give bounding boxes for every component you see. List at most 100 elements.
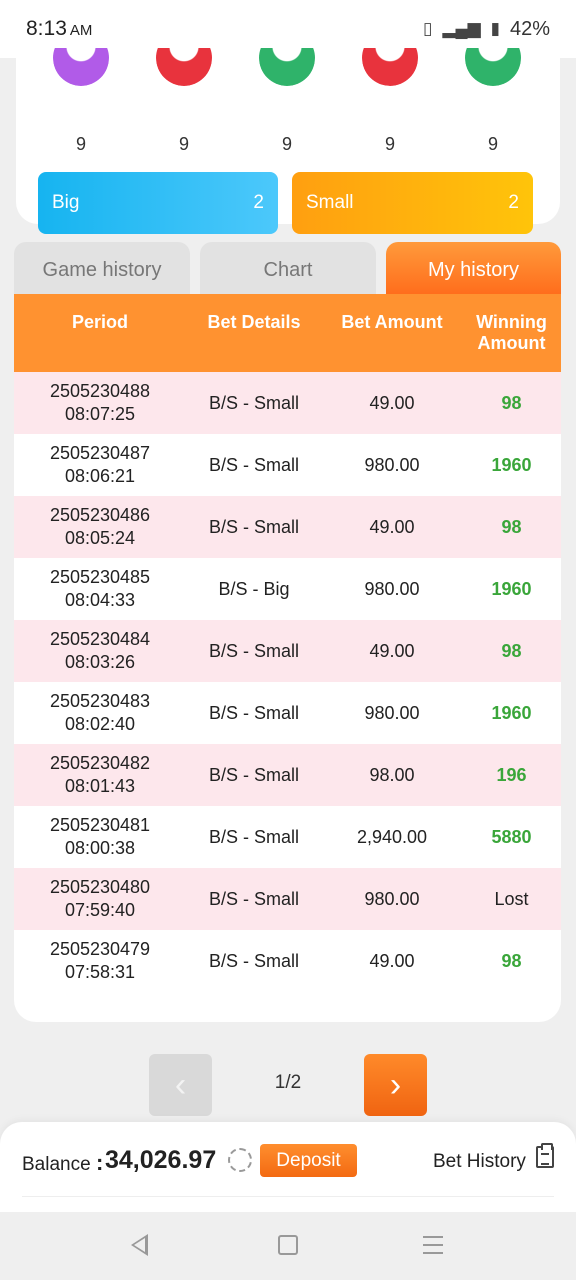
period-cell: 2505230485 08:04:33 <box>14 566 186 612</box>
battery-percent: 42% <box>509 17 550 40</box>
period-number: 2505230479 <box>49 939 151 959</box>
refresh-icon[interactable] <box>228 1148 252 1172</box>
ball-icon <box>465 48 521 86</box>
period-cell: 2505230481 08:00:38 <box>14 814 186 860</box>
bet-details-cell: B/S - Small <box>208 702 300 723</box>
ball-icon <box>53 48 109 86</box>
divider <box>22 1196 554 1197</box>
table-row: 2505230480 07:59:40 B/S - Small 980.00 Lost <box>14 868 561 930</box>
winning-amount-cell: 98 <box>501 516 522 537</box>
table-row: 2505230482 08:01:43 B/S - Small 98.00 196 <box>14 744 561 806</box>
table-row: 2505230486 08:05:24 B/S - Small 49.00 98 <box>14 496 561 558</box>
back-icon[interactable] <box>131 1234 148 1256</box>
big-count: 2 <box>253 192 264 213</box>
table-row: 2505230481 08:00:38 B/S - Small 2,940.00 588… <box>14 806 561 868</box>
period-cell: 2505230484 08:03:26 <box>14 628 186 674</box>
bet-history-link[interactable]: Bet History <box>433 1151 526 1173</box>
bet-amount-cell: 2,940.00 <box>356 826 428 847</box>
balance-value: 34,026.97 <box>105 1146 217 1174</box>
vibrate-icon: ▯ <box>423 19 433 38</box>
bet-details-cell: B/S - Small <box>208 640 300 661</box>
period-number: 2505230485 <box>49 567 151 587</box>
winning-amount-cell: 98 <box>501 640 522 661</box>
number-balls: 9 9 9 9 9 <box>16 40 560 154</box>
my-history-table: Period Bet Details Bet Amount Winning Am… <box>14 294 561 1022</box>
period-time: 08:05:24 <box>64 528 136 548</box>
table-row: 2505230479 07:58:31 B/S - Small 49.00 98 <box>14 930 561 992</box>
home-icon[interactable] <box>278 1235 298 1255</box>
bet-details-cell: B/S - Small <box>208 392 300 413</box>
balance-bar: Balance : 34,026.97 Deposit Bet History <box>0 1122 576 1214</box>
system-nav-bar <box>0 1212 576 1280</box>
winning-amount-cell: Lost <box>494 888 529 909</box>
battery-icon: ▮ <box>490 19 500 38</box>
period-cell: 2505230488 08:07:25 <box>14 380 186 426</box>
small-count: 2 <box>508 192 519 213</box>
big-button[interactable]: Big 2 <box>38 172 278 234</box>
ball-count: 9 <box>487 134 498 154</box>
number-ball[interactable] <box>465 48 521 86</box>
bet-details-cell: B/S - Small <box>208 454 300 475</box>
bet-amount-cell: 49.00 <box>369 516 415 537</box>
big-label: Big <box>52 192 80 213</box>
tab-chart[interactable]: Chart <box>200 242 376 298</box>
bet-details-cell: B/S - Small <box>208 516 300 537</box>
table-row: 2505230483 08:02:40 B/S - Small 980.00 1960 <box>14 682 561 744</box>
period-time: 07:59:40 <box>64 900 136 920</box>
table-row: 2505230484 08:03:26 B/S - Small 49.00 98 <box>14 620 561 682</box>
number-ball[interactable] <box>259 48 315 86</box>
prev-page-button[interactable]: ‹ <box>149 1054 212 1116</box>
number-ball[interactable] <box>53 48 109 86</box>
period-number: 2505230486 <box>49 505 151 525</box>
chevron-right-icon: › <box>389 1065 402 1104</box>
table-row: 2505230487 08:06:21 B/S - Small 980.00 1960 <box>14 434 561 496</box>
period-cell: 2505230482 08:01:43 <box>14 752 186 798</box>
ball-count: 9 <box>281 134 292 154</box>
tab-my-history[interactable]: My history <box>386 242 561 298</box>
period-time: 07:58:31 <box>64 962 136 982</box>
header-period: Period <box>71 312 128 332</box>
period-number: 2505230484 <box>49 629 151 649</box>
period-time: 08:07:25 <box>64 404 136 424</box>
table-row: 2505230488 08:07:25 B/S - Small 49.00 98 <box>14 372 561 434</box>
period-number: 2505230482 <box>49 753 151 773</box>
winning-amount-cell: 196 <box>496 764 527 785</box>
table-header: Period Bet Details Bet Amount Winning Am… <box>14 294 561 372</box>
period-number: 2505230481 <box>49 815 151 835</box>
period-time: 08:02:40 <box>64 714 136 734</box>
recents-icon[interactable] <box>423 1236 443 1254</box>
bet-details-cell: B/S - Big <box>218 578 290 599</box>
result-stats-card: 9 9 9 9 9 Big 2 Small 2 <box>16 40 560 234</box>
period-number: 2505230480 <box>49 877 151 897</box>
period-number: 2505230488 <box>49 381 151 401</box>
page-indicator: 1/2 <box>274 1072 302 1093</box>
bet-details-cell: B/S - Small <box>208 826 300 847</box>
period-cell: 2505230486 08:05:24 <box>14 504 186 550</box>
number-ball[interactable] <box>362 48 418 86</box>
bet-details-cell: B/S - Small <box>208 950 300 971</box>
ball-count: 9 <box>384 134 395 154</box>
winning-amount-cell: 98 <box>501 950 522 971</box>
deposit-button[interactable]: Deposit <box>260 1144 357 1177</box>
tab-game-history[interactable]: Game history <box>14 242 190 298</box>
bet-amount-cell: 49.00 <box>369 392 415 413</box>
next-page-button[interactable]: › <box>364 1054 427 1116</box>
bet-amount-cell: 49.00 <box>369 950 415 971</box>
header-bet-amount: Bet Amount <box>341 312 443 332</box>
period-number: 2505230483 <box>49 691 151 711</box>
small-button[interactable]: Small 2 <box>292 172 533 234</box>
status-time: 8:13 AM <box>26 17 93 40</box>
winning-amount-cell: 1960 <box>491 578 532 599</box>
small-label: Small <box>306 192 354 213</box>
chevron-left-icon: ‹ <box>174 1065 187 1104</box>
header-bet-details: Bet Details <box>207 312 301 332</box>
ball-icon <box>362 48 418 86</box>
ball-count: 9 <box>178 134 189 154</box>
bet-amount-cell: 98.00 <box>369 764 415 785</box>
clipboard-icon[interactable] <box>536 1143 554 1168</box>
number-ball[interactable] <box>156 48 212 86</box>
bet-details-cell: B/S - Small <box>208 888 300 909</box>
signal-icon: ▂▄▆ <box>442 19 481 38</box>
period-cell: 2505230480 07:59:40 <box>14 876 186 922</box>
period-number: 2505230487 <box>49 443 151 463</box>
